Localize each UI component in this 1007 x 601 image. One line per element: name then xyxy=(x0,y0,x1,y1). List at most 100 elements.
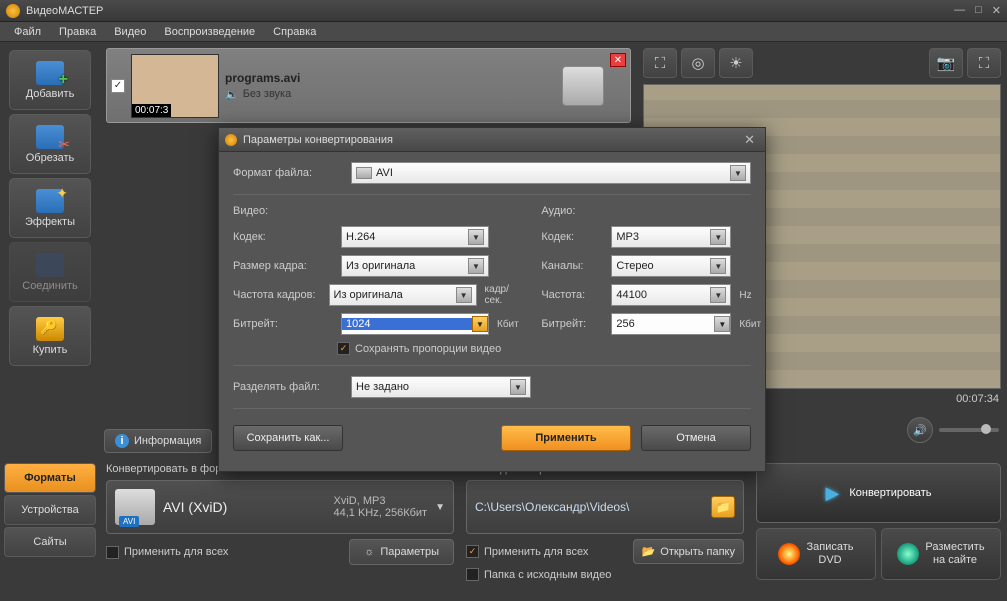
save-path-box[interactable]: C:\Users\Олександр\Videos\ 📁 xyxy=(466,480,744,534)
join-icon xyxy=(36,253,64,277)
apply-button[interactable]: Применить xyxy=(501,425,631,451)
v-codec-label: Кодек: xyxy=(233,231,333,243)
publish-web-button[interactable]: Разместитьна сайте xyxy=(881,528,1001,580)
keep-aspect-checkbox[interactable]: ✓Сохранять пропорции видео xyxy=(337,342,501,355)
browse-folder-button[interactable]: 📁 xyxy=(711,496,735,518)
chevron-down-icon[interactable]: ▼ xyxy=(472,316,488,332)
volume-button[interactable]: 🔊 xyxy=(907,417,933,443)
app-title: ВидеоМАСТЕР xyxy=(26,5,954,17)
format-line2: 44,1 KHz, 256Кбит xyxy=(333,507,427,519)
menu-bar: Файл Правка Видео Воспроизведение Справк… xyxy=(0,22,1007,42)
format-avi-icon xyxy=(115,489,155,525)
cut-button[interactable]: Обрезать xyxy=(9,114,91,174)
chevron-down-icon[interactable]: ▼ xyxy=(710,258,726,274)
window-titlebar: ВидеоМАСТЕР — □ ✕ xyxy=(0,0,1007,22)
fullscreen-button[interactable]: ⛶ xyxy=(967,48,1001,78)
chevron-down-icon[interactable]: ▼ xyxy=(710,229,726,245)
save-panel: Папка для сохранения: C:\Users\Олександр… xyxy=(460,457,750,601)
dialog-titlebar[interactable]: Параметры конвертирования ✕ xyxy=(219,128,765,152)
close-button[interactable]: ✕ xyxy=(992,4,1001,17)
format-selector[interactable]: AVI (XviD) XviD, MP3 44,1 KHz, 256Кбит ▼ xyxy=(106,480,454,534)
fps-select[interactable]: Из оригинала▼ xyxy=(329,284,477,306)
a-codec-label: Кодек: xyxy=(541,231,603,243)
chevron-down-icon[interactable]: ▼ xyxy=(510,379,526,395)
keep-aspect-label: Сохранять пропорции видео xyxy=(355,343,501,355)
frame-size-label: Размер кадра: xyxy=(233,260,333,272)
file-checkbox[interactable]: ✓ xyxy=(111,79,125,93)
freq-label: Частота: xyxy=(541,289,603,301)
brightness-tool-button[interactable]: ☀ xyxy=(719,48,753,78)
conversion-params-dialog: Параметры конвертирования ✕ Формат файла… xyxy=(218,127,766,472)
left-sidebar: Добавить Обрезать Эффекты Соединить Купи… xyxy=(0,42,100,457)
file-format-select[interactable]: AVI ▼ xyxy=(351,162,751,184)
a-bitrate-input[interactable]: 256▼ xyxy=(611,313,731,335)
menu-edit[interactable]: Правка xyxy=(51,24,104,40)
tab-sites[interactable]: Сайты xyxy=(4,527,96,557)
split-label: Разделять файл: xyxy=(233,381,343,393)
apply-all-format-checkbox[interactable]: Применить для всех xyxy=(106,546,228,559)
volume-slider[interactable] xyxy=(939,428,999,432)
same-folder-label: Папка с исходным видео xyxy=(484,569,611,581)
freq-select[interactable]: 44100▼ xyxy=(611,284,731,306)
parameters-button[interactable]: Параметры xyxy=(349,539,454,565)
save-path: C:\Users\Олександр\Videos\ xyxy=(475,500,705,514)
file-info: programs.avi 🔈Без звука xyxy=(225,71,556,101)
fps-label: Частота кадров: xyxy=(233,289,321,301)
chevron-down-icon[interactable]: ▼ xyxy=(468,229,484,245)
chevron-down-icon[interactable]: ▼ xyxy=(710,287,726,303)
burn-dvd-button[interactable]: ЗаписатьDVD xyxy=(756,528,876,580)
open-folder-button[interactable]: Открыть папку xyxy=(633,539,744,564)
cut-label: Обрезать xyxy=(26,152,75,164)
scissors-icon xyxy=(36,125,64,149)
save-as-button[interactable]: Сохранить как... xyxy=(233,425,343,451)
menu-file[interactable]: Файл xyxy=(6,24,49,40)
format-name: AVI (XviD) xyxy=(163,499,325,515)
crop-tool-button[interactable]: ⛶ xyxy=(643,48,677,78)
v-bitrate-input[interactable]: 1024▼ xyxy=(341,313,489,335)
convert-button[interactable]: Конвертировать xyxy=(756,463,1001,523)
a-bitrate-label: Битрейт: xyxy=(541,318,603,330)
frame-size-select[interactable]: Из оригинала▼ xyxy=(341,255,489,277)
save-apply-all-label: Применить для всех xyxy=(484,546,588,558)
join-button: Соединить xyxy=(9,242,91,302)
info-button[interactable]: Информация xyxy=(104,429,212,453)
chevron-down-icon[interactable]: ▼ xyxy=(468,258,484,274)
buy-button[interactable]: Купить xyxy=(9,306,91,366)
cancel-button[interactable]: Отмена xyxy=(641,425,751,451)
tab-devices[interactable]: Устройства xyxy=(4,495,96,525)
dvd-icon xyxy=(778,543,800,565)
menu-playback[interactable]: Воспроизведение xyxy=(156,24,263,40)
format-panel: Конвертировать в формат: AVI (XviD) XviD… xyxy=(100,457,460,601)
split-select[interactable]: Не задано▼ xyxy=(351,376,531,398)
chevron-down-icon[interactable]: ▼ xyxy=(730,165,746,181)
a-codec-select[interactable]: MP3▼ xyxy=(611,226,731,248)
app-logo-icon xyxy=(6,4,20,18)
v-codec-select[interactable]: H.264▼ xyxy=(341,226,489,248)
camera-icon xyxy=(562,66,604,106)
format-line1: XviD, MP3 xyxy=(333,495,427,507)
dialog-title: Параметры конвертирования xyxy=(243,134,734,146)
file-thumbnail[interactable]: 00:07:3 xyxy=(131,54,219,118)
maximize-button[interactable]: □ xyxy=(975,4,982,17)
channels-select[interactable]: Стерео▼ xyxy=(611,255,731,277)
adjust-tool-button[interactable]: ◎ xyxy=(681,48,715,78)
snapshot-button[interactable]: 📷 xyxy=(929,48,963,78)
globe-icon xyxy=(897,543,919,565)
same-folder-checkbox[interactable]: Папка с исходным видео xyxy=(466,568,611,581)
chevron-down-icon: ▼ xyxy=(435,502,445,513)
chevron-down-icon[interactable]: ▼ xyxy=(714,316,730,332)
file-remove-button[interactable]: ✕ xyxy=(610,53,626,67)
freq-unit: Hz xyxy=(739,290,751,301)
file-row[interactable]: ✓ 00:07:3 programs.avi 🔈Без звука ✕ xyxy=(106,48,631,123)
minimize-button[interactable]: — xyxy=(954,4,965,17)
dialog-close-button[interactable]: ✕ xyxy=(740,132,759,148)
add-button[interactable]: Добавить xyxy=(9,50,91,110)
tab-formats[interactable]: Форматы xyxy=(4,463,96,493)
effects-button[interactable]: Эффекты xyxy=(9,178,91,238)
chevron-down-icon[interactable]: ▼ xyxy=(456,287,472,303)
save-apply-all-checkbox[interactable]: ✓Применить для всех xyxy=(466,545,588,558)
a-bitrate-unit: Кбит xyxy=(739,319,761,330)
format-tabs: Форматы Устройства Сайты xyxy=(0,457,100,601)
menu-help[interactable]: Справка xyxy=(265,24,324,40)
menu-video[interactable]: Видео xyxy=(106,24,154,40)
